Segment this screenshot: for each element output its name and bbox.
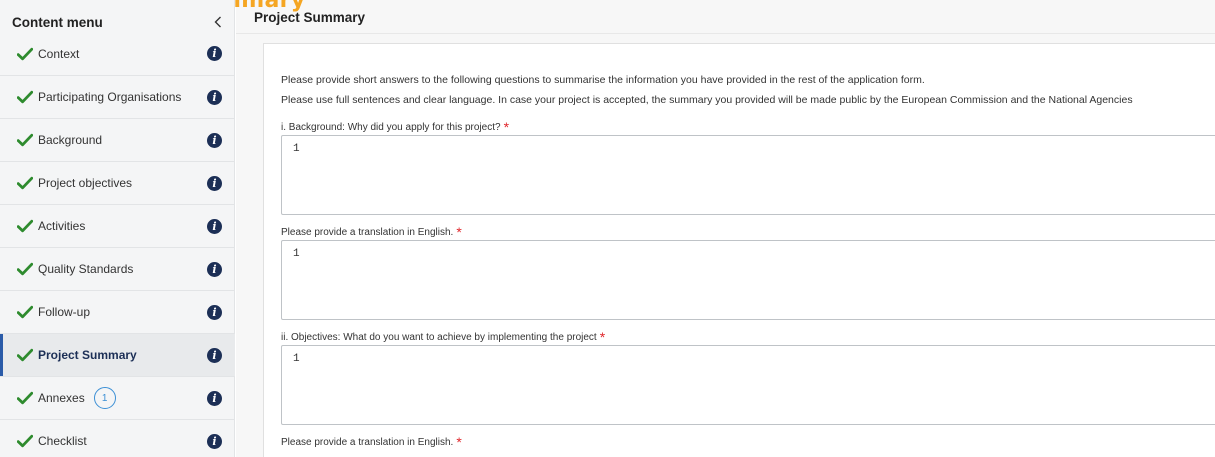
required-asterisk: * <box>503 119 510 135</box>
info-icon[interactable]: i <box>207 46 222 61</box>
answer-textarea[interactable]: 1 <box>281 345 1215 425</box>
sidebar-item-label: Quality Standards <box>38 262 134 276</box>
intro-text-1: Please provide short answers to the foll… <box>281 74 925 86</box>
menu-item-content: Quality Standards <box>17 262 133 276</box>
required-asterisk: * <box>599 329 606 345</box>
sidebar-item-label: Project objectives <box>38 176 133 190</box>
sidebar-item-label: Context <box>38 46 80 61</box>
main-panel: Project Summary Please provide short ans… <box>236 0 1215 457</box>
sidebar-item-background[interactable]: Background i <box>0 118 235 161</box>
checkmark-icon <box>17 262 33 276</box>
required-asterisk: * <box>456 434 462 450</box>
sidebar-item-follow-up[interactable]: Follow-up i <box>0 290 235 333</box>
sidebar-item-activities[interactable]: Activities i <box>0 204 235 247</box>
checkmark-icon <box>17 434 33 448</box>
required-asterisk: * <box>456 224 462 240</box>
sidebar-item-label: Participating Organisations <box>38 90 182 104</box>
checkmark-icon <box>17 47 33 61</box>
sidebar-header: Content menu <box>0 0 234 32</box>
sidebar-item-participating-organisations[interactable]: Participating Organisations i <box>0 75 235 118</box>
sidebar-title: Content menu <box>12 14 103 30</box>
info-icon[interactable]: i <box>207 390 222 406</box>
page-title: Project Summary <box>236 0 1215 34</box>
checkmark-icon <box>17 305 33 319</box>
info-icon[interactable]: i <box>207 175 222 191</box>
menu-item-content: Activities <box>17 219 85 233</box>
checkmark-icon <box>17 391 33 405</box>
intro-text-2: Please use full sentences and clear lang… <box>281 94 1133 106</box>
info-icon[interactable]: i <box>207 261 222 277</box>
question-label: Please provide a translation in English.… <box>281 432 1215 450</box>
menu-item-content: Context <box>17 47 79 61</box>
menu-item-content: Background <box>17 133 102 147</box>
sidebar-item-label: Checklist <box>38 434 87 448</box>
answer-textarea[interactable]: 1 <box>281 240 1215 320</box>
info-icon[interactable]: i <box>207 89 222 105</box>
content-menu-sidebar: Content menu Context i Participating Organ… <box>0 0 235 457</box>
sidebar-item-context[interactable]: Context i <box>0 32 235 75</box>
menu-item-content: Participating Organisations <box>17 90 181 104</box>
questions-list: i. Background: Why did you apply for thi… <box>281 117 1215 450</box>
content-menu-list: Context i Participating Organisations i Back… <box>0 32 235 457</box>
question-text: Please provide a translation in English. <box>281 227 454 238</box>
info-icon[interactable]: i <box>207 347 222 363</box>
chevron-left-icon[interactable] <box>210 14 226 30</box>
sidebar-item-project-objectives[interactable]: Project objectives i <box>0 161 235 204</box>
checkmark-icon <box>17 176 33 190</box>
question-label: ii. Objectives: What do you want to achi… <box>281 327 1215 345</box>
checkmark-icon <box>17 90 33 104</box>
menu-item-content: Project Summary <box>17 348 137 362</box>
info-icon[interactable]: i <box>207 132 222 148</box>
sidebar-item-label: Activities <box>38 219 86 233</box>
count-badge: 1 <box>93 387 116 409</box>
question-text: Please provide a translation in English. <box>281 437 454 448</box>
sidebar-item-checklist[interactable]: Checklist i <box>0 419 235 457</box>
menu-item-content: Annexes 1 <box>17 387 116 409</box>
menu-item-content: Project objectives <box>17 176 132 190</box>
menu-item-content: Follow-up <box>17 305 90 319</box>
checkmark-icon <box>17 219 33 233</box>
question-label: i. Background: Why did you apply for thi… <box>281 117 1215 135</box>
info-icon[interactable]: i <box>207 218 222 234</box>
question-text: ii. Objectives: What do you want to achi… <box>281 332 597 343</box>
question-text: i. Background: Why did you apply for thi… <box>281 122 501 133</box>
info-icon[interactable]: i <box>207 304 222 320</box>
info-icon[interactable]: i <box>207 433 222 449</box>
sidebar-item-quality-standards[interactable]: Quality Standards i <box>0 247 235 290</box>
sidebar-item-annexes[interactable]: Annexes 1 i <box>0 376 235 419</box>
summary-form-card: Please provide short answers to the foll… <box>263 43 1215 457</box>
answer-textarea[interactable]: 1 <box>281 135 1215 215</box>
sidebar-item-label: Annexes <box>38 391 85 405</box>
sidebar-item-label: Project Summary <box>38 348 137 362</box>
checkmark-icon <box>17 348 33 362</box>
sidebar-item-label: Follow-up <box>38 305 91 319</box>
sidebar-item-label: Background <box>38 133 103 147</box>
menu-item-content: Checklist <box>17 434 87 448</box>
question-label: Please provide a translation in English.… <box>281 222 1215 240</box>
sidebar-item-project-summary[interactable]: Project Summary i <box>0 333 235 376</box>
checkmark-icon <box>17 133 33 147</box>
